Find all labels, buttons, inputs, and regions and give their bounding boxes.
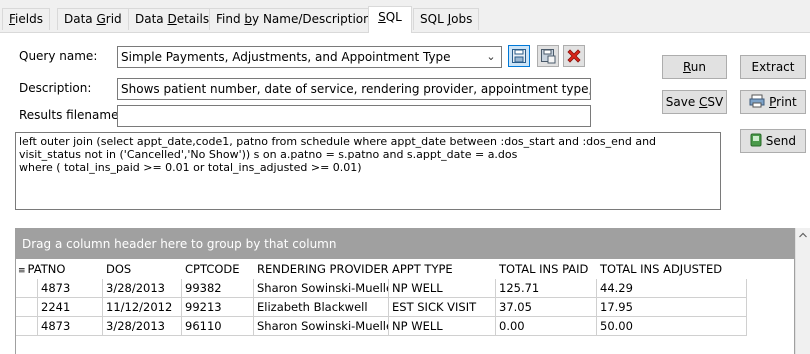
run-button[interactable]: Run (662, 55, 727, 79)
tab-find-by-name[interactable]: Find by Name/Description (209, 8, 378, 30)
delete-query-button[interactable] (563, 45, 585, 67)
row-indicator[interactable] (16, 298, 38, 317)
grid-vertical-scrollbar[interactable] (795, 228, 810, 354)
cell-total-ins-paid: 37.05 (496, 298, 597, 317)
tab-data-details[interactable]: Data Details (128, 8, 217, 30)
print-button[interactable]: Print (740, 90, 806, 114)
cell-rendering-provider: Elizabeth Blackwell (254, 298, 389, 317)
sql-line: visit_status not in ('Cancelled','No Sho… (19, 148, 518, 161)
tab-sql-jobs[interactable]: SQL Jobs (413, 8, 480, 30)
cell-total-ins-adjusted: 44.29 (597, 279, 747, 298)
group-by-panel[interactable]: Drag a column header here to group by th… (16, 229, 794, 259)
cell-patno: 4873 (38, 317, 103, 336)
red-x-icon (567, 49, 581, 63)
query-name-combo[interactable]: Simple Payments, Adjustments, and Appoin… (117, 46, 502, 68)
column-header-patno[interactable]: ≡ PATNO (16, 259, 103, 279)
cell-total-ins-adjusted: 17.95 (597, 298, 747, 317)
cell-appt-type: EST SICK VISIT (389, 298, 496, 317)
save-as-icon (541, 49, 556, 64)
column-chooser-icon[interactable]: ≡ (18, 266, 26, 276)
cell-rendering-provider: Sharon Sowinski-Mueller (254, 317, 389, 336)
column-header-dos[interactable]: DOS (103, 259, 182, 279)
printer-icon (749, 94, 765, 108)
chevron-down-icon[interactable]: ⌄ (483, 47, 499, 67)
cell-dos: 11/12/2012 (103, 298, 182, 317)
column-header-cptcode[interactable]: CPTCODE (182, 259, 254, 279)
cell-total-ins-paid: 125.71 (496, 279, 597, 298)
extract-button[interactable]: Extract (740, 55, 806, 79)
cell-total-ins-adjusted: 50.00 (597, 317, 747, 336)
scroll-up-arrow-icon[interactable] (796, 228, 810, 242)
floppy-disk-icon (512, 49, 526, 63)
cell-cptcode: 96110 (182, 317, 254, 336)
cell-cptcode: 99382 (182, 279, 254, 298)
save-as-query-button[interactable] (537, 45, 559, 67)
cell-patno: 2241 (38, 298, 103, 317)
results-filename-label: Results filename: (19, 108, 123, 122)
send-phone-icon (750, 133, 762, 147)
description-label: Description: (19, 81, 92, 95)
column-header-total-ins-adjusted[interactable]: TOTAL INS ADJUSTED (597, 259, 747, 279)
cell-cptcode: 99213 (182, 298, 254, 317)
sql-editor[interactable]: left outer join (select appt_date,code1,… (15, 132, 721, 210)
sql-line: left outer join (select appt_date,code1,… (19, 135, 657, 148)
cell-appt-type: NP WELL (389, 317, 496, 336)
row-indicator[interactable] (16, 279, 38, 298)
column-header-rendering-provider[interactable]: RENDERING PROVIDER (254, 259, 389, 279)
cell-patno: 4873 (38, 279, 103, 298)
results-grid: Drag a column header here to group by th… (15, 228, 795, 354)
tab-sql[interactable]: SQL (368, 6, 412, 33)
cell-dos: 3/28/2013 (103, 317, 182, 336)
cell-total-ins-paid: 0.00 (496, 317, 597, 336)
save-csv-button[interactable]: Save CSV (662, 90, 727, 114)
save-query-button[interactable] (508, 45, 530, 67)
tab-data-grid[interactable]: Data Grid (57, 8, 129, 30)
cell-rendering-provider: Sharon Sowinski-Mueller (254, 279, 389, 298)
description-field[interactable]: Shows patient number, date of service, r… (117, 78, 591, 100)
cell-dos: 3/28/2013 (103, 279, 182, 298)
cell-appt-type: NP WELL (389, 279, 496, 298)
results-filename-field[interactable] (117, 105, 591, 127)
query-name-value: Simple Payments, Adjustments, and Appoin… (121, 50, 451, 64)
column-header-total-ins-paid[interactable]: TOTAL INS PAID (496, 259, 597, 279)
row-indicator[interactable] (16, 317, 38, 336)
sql-line: where ( total_ins_paid >= 0.01 or total_… (19, 161, 362, 174)
tab-fields[interactable]: Fields (2, 8, 50, 30)
send-button[interactable]: Send (740, 129, 806, 153)
column-header-appt-type[interactable]: APPT TYPE (389, 259, 496, 279)
tab-strip: Fields Data Grid Data Details Find by Na… (0, 0, 810, 33)
query-name-label: Query name: (19, 49, 98, 63)
